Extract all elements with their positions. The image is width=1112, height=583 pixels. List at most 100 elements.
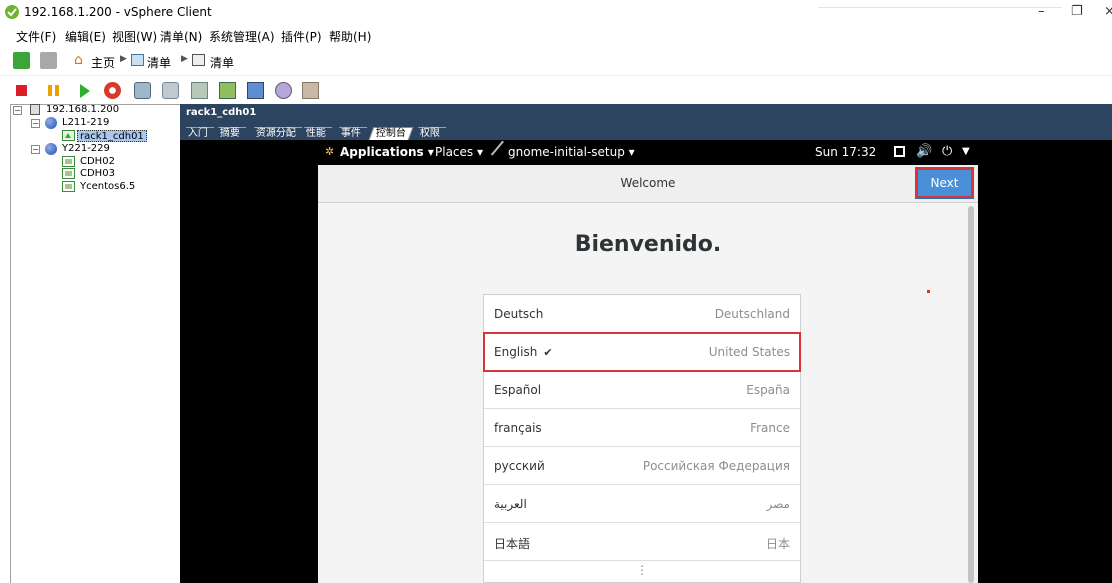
migrate-icon[interactable] <box>275 82 292 99</box>
language-region: France <box>750 421 790 435</box>
tree-vm-rack1-cdh01[interactable]: rack1_cdh01 <box>77 130 147 142</box>
language-region: España <box>746 383 790 397</box>
tree-pool-l211[interactable]: L211-219 <box>62 117 109 129</box>
welcome-heading: Bienvenido. <box>574 232 722 257</box>
menu-inventory[interactable]: 清单(N) <box>160 28 202 45</box>
power-icon[interactable]: ⏻ <box>942 144 952 159</box>
breadcrumb-hosts-clusters[interactable]: 清单 <box>210 54 234 71</box>
resource-pool-icon <box>45 117 57 129</box>
vm-running-icon <box>62 130 75 141</box>
tree-vm-ycentos[interactable]: Ycentos6.5 <box>80 181 135 193</box>
hosts-clusters-icon <box>192 54 205 66</box>
console-vm-name: rack1_cdh01 <box>186 107 257 118</box>
breadcrumb-inventory[interactable]: 清单 <box>147 54 171 71</box>
language-name: العربية <box>494 497 527 511</box>
language-row-english[interactable]: English ✔ United States <box>483 332 801 372</box>
screen-icon[interactable] <box>894 146 905 157</box>
clock[interactable]: Sun 17:32 <box>815 145 876 159</box>
marker-dot <box>927 290 930 293</box>
language-name: Español <box>494 383 542 397</box>
window-title: 192.168.1.200 - vSphere Client <box>24 5 212 19</box>
snapshot-manager-icon[interactable] <box>191 82 208 99</box>
tree-pool-y221[interactable]: Y221-229 <box>62 143 110 155</box>
menu-administration[interactable]: 系统管理(A) <box>209 28 275 45</box>
menu-edit[interactable]: 编辑(E) <box>65 28 106 45</box>
revert-snapshot-icon[interactable] <box>162 82 179 99</box>
host-icon <box>30 104 40 115</box>
language-row-arabic[interactable]: العربية مصر <box>484 485 800 523</box>
breadcrumb-home[interactable]: 主页 <box>91 54 115 71</box>
power-on-icon[interactable] <box>80 84 90 98</box>
check-icon: ✔ <box>543 346 553 359</box>
vm-toolbar <box>0 76 1112 104</box>
language-row-espanol[interactable]: Español España <box>484 371 800 409</box>
places-menu[interactable]: Places ▾ <box>435 145 483 159</box>
edit-settings-icon[interactable] <box>247 82 264 99</box>
suspend-icon[interactable] <box>48 85 59 96</box>
resource-pool-icon <box>45 143 57 155</box>
collapse-icon[interactable]: − <box>31 145 40 154</box>
breadcrumb-arrow-icon: ▶ <box>120 54 127 64</box>
language-row-francais[interactable]: français France <box>484 409 800 447</box>
language-row-japanese[interactable]: 日本語 日本 <box>484 523 800 561</box>
menu-help[interactable]: 帮助(H) <box>329 28 371 45</box>
tab-resource-allocation[interactable]: 资源分配 <box>249 127 303 140</box>
tab-performance[interactable]: 性能 <box>299 127 333 140</box>
setup-header-title: Welcome <box>620 176 676 190</box>
language-name: français <box>494 421 542 435</box>
title-search-area <box>818 2 1062 8</box>
next-button[interactable]: Next <box>915 167 974 199</box>
close-button[interactable]: × <box>1104 4 1112 19</box>
back-icon[interactable] <box>13 52 30 69</box>
tab-permissions[interactable]: 权限 <box>413 127 447 140</box>
tab-console[interactable]: 控制台 <box>368 127 414 140</box>
volume-icon[interactable]: 🔊 <box>916 144 932 159</box>
applications-icon: ✲ <box>325 145 335 158</box>
menu-view[interactable]: 视图(W) <box>112 28 157 45</box>
breadcrumb-arrow-icon: ▶ <box>181 54 188 64</box>
language-list: Deutsch Deutschland English ✔ United Stat… <box>483 294 801 583</box>
reset-icon[interactable] <box>104 82 121 99</box>
menu-file[interactable]: 文件(F) <box>16 28 56 45</box>
language-region: مصر <box>766 497 790 511</box>
menu-bar: 文件(F) 编辑(E) 视图(W) 清单(N) 系统管理(A) 插件(P) 帮助… <box>0 24 1112 46</box>
vsphere-logo-icon <box>5 5 19 19</box>
language-region: Deutschland <box>714 307 790 321</box>
snapshot-icon[interactable] <box>134 82 151 99</box>
gnome-top-bar: ✲ Applications ▾ Places ▾ gnome-initial-… <box>318 140 978 165</box>
title-bar: 192.168.1.200 - vSphere Client – ❐ × <box>0 0 1112 24</box>
console-header: rack1_cdh01 入门 摘要 资源分配 性能 事件 控制台 权限 <box>180 104 1112 140</box>
tree-vm-cdh03[interactable]: CDH03 <box>80 168 115 180</box>
home-icon[interactable]: ⌂ <box>74 52 83 68</box>
tab-summary[interactable]: 摘要 <box>213 127 247 140</box>
inventory-icon <box>131 54 144 66</box>
forward-icon[interactable] <box>40 52 57 69</box>
more-languages-icon[interactable]: ⋮ <box>484 563 800 577</box>
language-region: 日本 <box>765 537 790 551</box>
tab-getting-started[interactable]: 入门 <box>181 127 215 140</box>
menu-plugins[interactable]: 插件(P) <box>281 28 322 45</box>
language-row-russian[interactable]: русский Российская Федерация <box>484 447 800 485</box>
language-region: United States <box>708 345 790 359</box>
console-icon[interactable] <box>219 82 236 99</box>
tree-host[interactable]: 192.168.1.200 <box>46 104 119 116</box>
tree-vm-cdh02[interactable]: CDH02 <box>80 156 115 168</box>
minimize-button[interactable]: – <box>1038 4 1045 19</box>
chevron-down-icon[interactable]: ▼ <box>962 146 970 157</box>
language-row-deutsch[interactable]: Deutsch Deutschland <box>484 295 800 333</box>
scrollbar[interactable] <box>968 206 974 583</box>
active-app-menu[interactable]: gnome-initial-setup ▾ <box>508 145 635 159</box>
language-name: 日本語 <box>494 537 531 551</box>
language-name: Deutsch <box>494 307 544 321</box>
power-off-icon[interactable] <box>16 85 27 96</box>
vm-icon <box>62 181 75 192</box>
tab-events[interactable]: 事件 <box>334 127 368 140</box>
clone-icon[interactable] <box>302 82 319 99</box>
vm-tabs: 入门 摘要 资源分配 性能 事件 控制台 权限 <box>180 125 1112 140</box>
language-name: English ✔ <box>494 345 553 359</box>
language-name: русский <box>494 459 545 473</box>
collapse-icon[interactable]: − <box>13 106 22 115</box>
applications-menu[interactable]: Applications ▾ <box>340 145 434 159</box>
restore-button[interactable]: ❐ <box>1071 4 1083 19</box>
collapse-icon[interactable]: − <box>31 119 40 128</box>
